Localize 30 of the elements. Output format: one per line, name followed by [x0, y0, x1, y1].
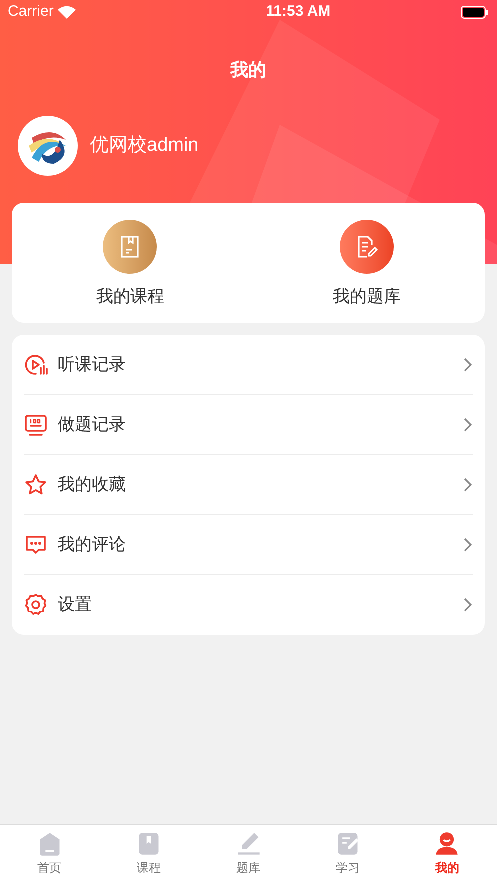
shortcut-button[interactable]: 我的题库: [248, 216, 485, 310]
menu-item[interactable]: 我的评论: [24, 515, 473, 575]
page-title: 我的: [230, 58, 266, 82]
avatar-logo-icon: [18, 116, 78, 176]
settings-icon: [24, 593, 48, 617]
chevron-right-icon: [463, 597, 473, 613]
wifi-icon: [58, 6, 76, 18]
battery-icon: [460, 6, 489, 18]
menu-item[interactable]: 我的收藏: [24, 455, 473, 515]
star-icon: [24, 472, 48, 496]
menu-item[interactable]: 听课记录: [24, 335, 473, 395]
shortcut-button[interactable]: 我的课程: [12, 216, 248, 310]
pencil-icon: [236, 831, 262, 857]
chevron-right-icon: [463, 356, 473, 372]
play-icon: [24, 352, 48, 376]
chevron-right-icon: [463, 476, 473, 492]
menu-item[interactable]: 设置: [24, 575, 473, 635]
tab-item[interactable]: 首页: [0, 825, 100, 883]
tab-item[interactable]: 课程: [99, 825, 199, 883]
chevron-right-icon: [463, 536, 473, 552]
tab-item[interactable]: 学习: [298, 825, 398, 883]
carrier-label: Carrier: [8, 2, 54, 22]
tab-item[interactable]: 我的: [398, 825, 497, 883]
status-time: 11:53 AM: [266, 2, 331, 22]
username: 优网校admin: [90, 134, 199, 158]
user-icon: [434, 831, 460, 857]
monitor-icon: [24, 412, 48, 436]
chevron-right-icon: [463, 416, 473, 432]
menu-item[interactable]: 做题记录: [24, 395, 473, 455]
tab-item[interactable]: 题库: [198, 825, 298, 883]
